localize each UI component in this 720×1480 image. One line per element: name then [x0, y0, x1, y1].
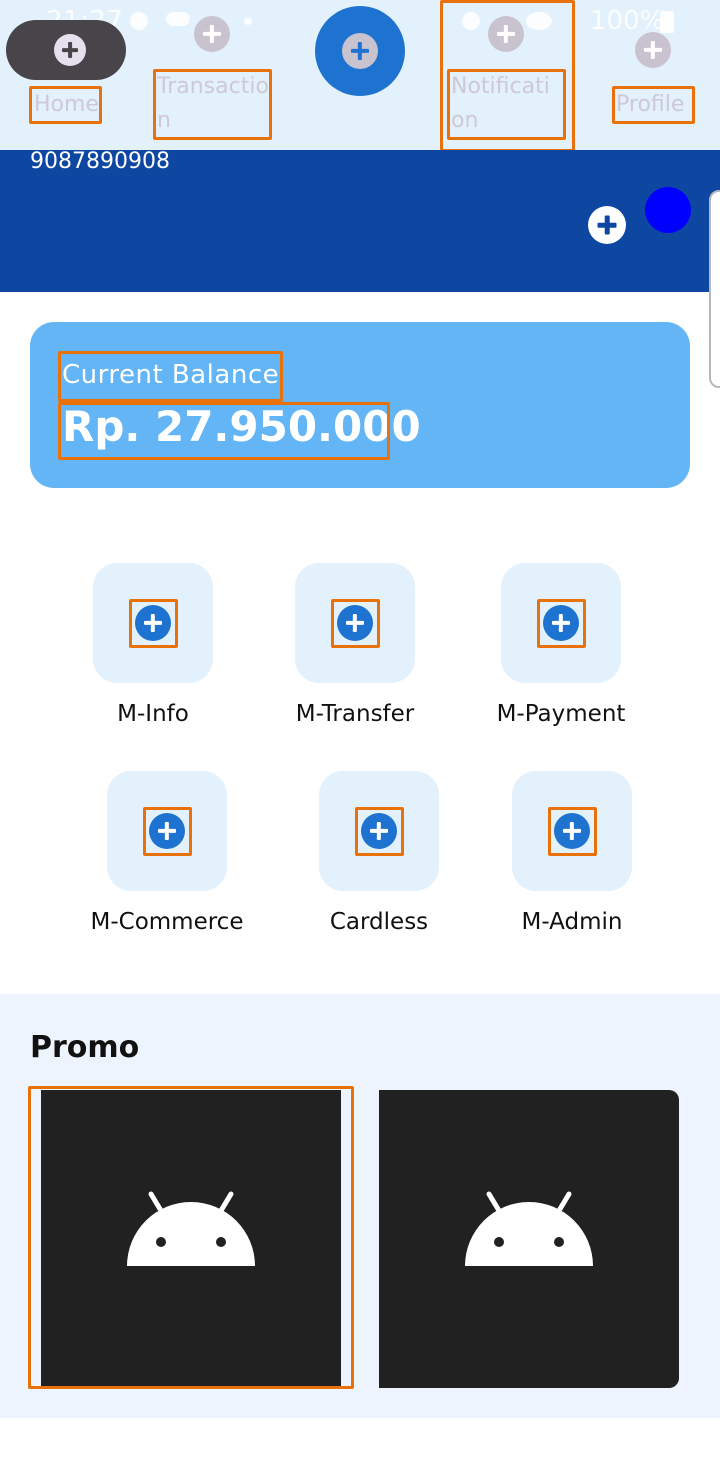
menu-m-transfer-label[interactable]: M-Transfer: [255, 701, 455, 727]
plus-icon: [342, 33, 378, 69]
promo-section: Promo: [0, 994, 720, 1418]
battery-icon: [660, 11, 674, 33]
highlight-box: [58, 402, 390, 460]
nav-profile-plus-icon[interactable]: [635, 32, 671, 68]
plus-icon: [54, 34, 86, 66]
menu-m-payment-label[interactable]: M-Payment: [461, 701, 661, 727]
highlight-box: [440, 0, 575, 152]
highlight-box: [331, 599, 380, 648]
highlight-box: [143, 807, 192, 856]
check-status-icon: [130, 12, 148, 30]
menu-cardless-label[interactable]: Cardless: [279, 909, 479, 935]
menu-m-info-label[interactable]: M-Info: [53, 701, 253, 727]
promo-title: Promo: [30, 1030, 140, 1065]
status-dot: [645, 187, 691, 233]
cloud-status-icon: [166, 12, 190, 26]
highlight-box: [28, 1086, 354, 1389]
highlight-box: [129, 599, 178, 648]
side-scroll-handle[interactable]: [709, 190, 720, 388]
highlight-box: [537, 599, 586, 648]
highlight-box: [29, 86, 102, 124]
highlight-box: [58, 351, 283, 402]
highlight-box: [612, 86, 695, 124]
center-action-button[interactable]: [315, 6, 405, 96]
menu-m-admin-label[interactable]: M-Admin: [472, 909, 672, 935]
highlight-box: [548, 807, 597, 856]
account-number: 9087890908: [30, 149, 170, 174]
android-icon: [465, 1191, 593, 1266]
nav-transaction-plus-icon[interactable]: [194, 16, 230, 52]
plus-icon[interactable]: [588, 206, 626, 244]
dot-status-icon: [244, 17, 252, 25]
highlight-box: [355, 807, 404, 856]
menu-m-commerce-label[interactable]: M-Commerce: [57, 909, 277, 935]
nav-home-indicator[interactable]: [6, 20, 126, 80]
highlight-box: [153, 69, 272, 140]
promo-card[interactable]: [379, 1090, 679, 1388]
top-navigation-bar: 21:27 100% Home Transaction Notification…: [0, 0, 720, 152]
account-header: 9087890908: [0, 150, 720, 292]
